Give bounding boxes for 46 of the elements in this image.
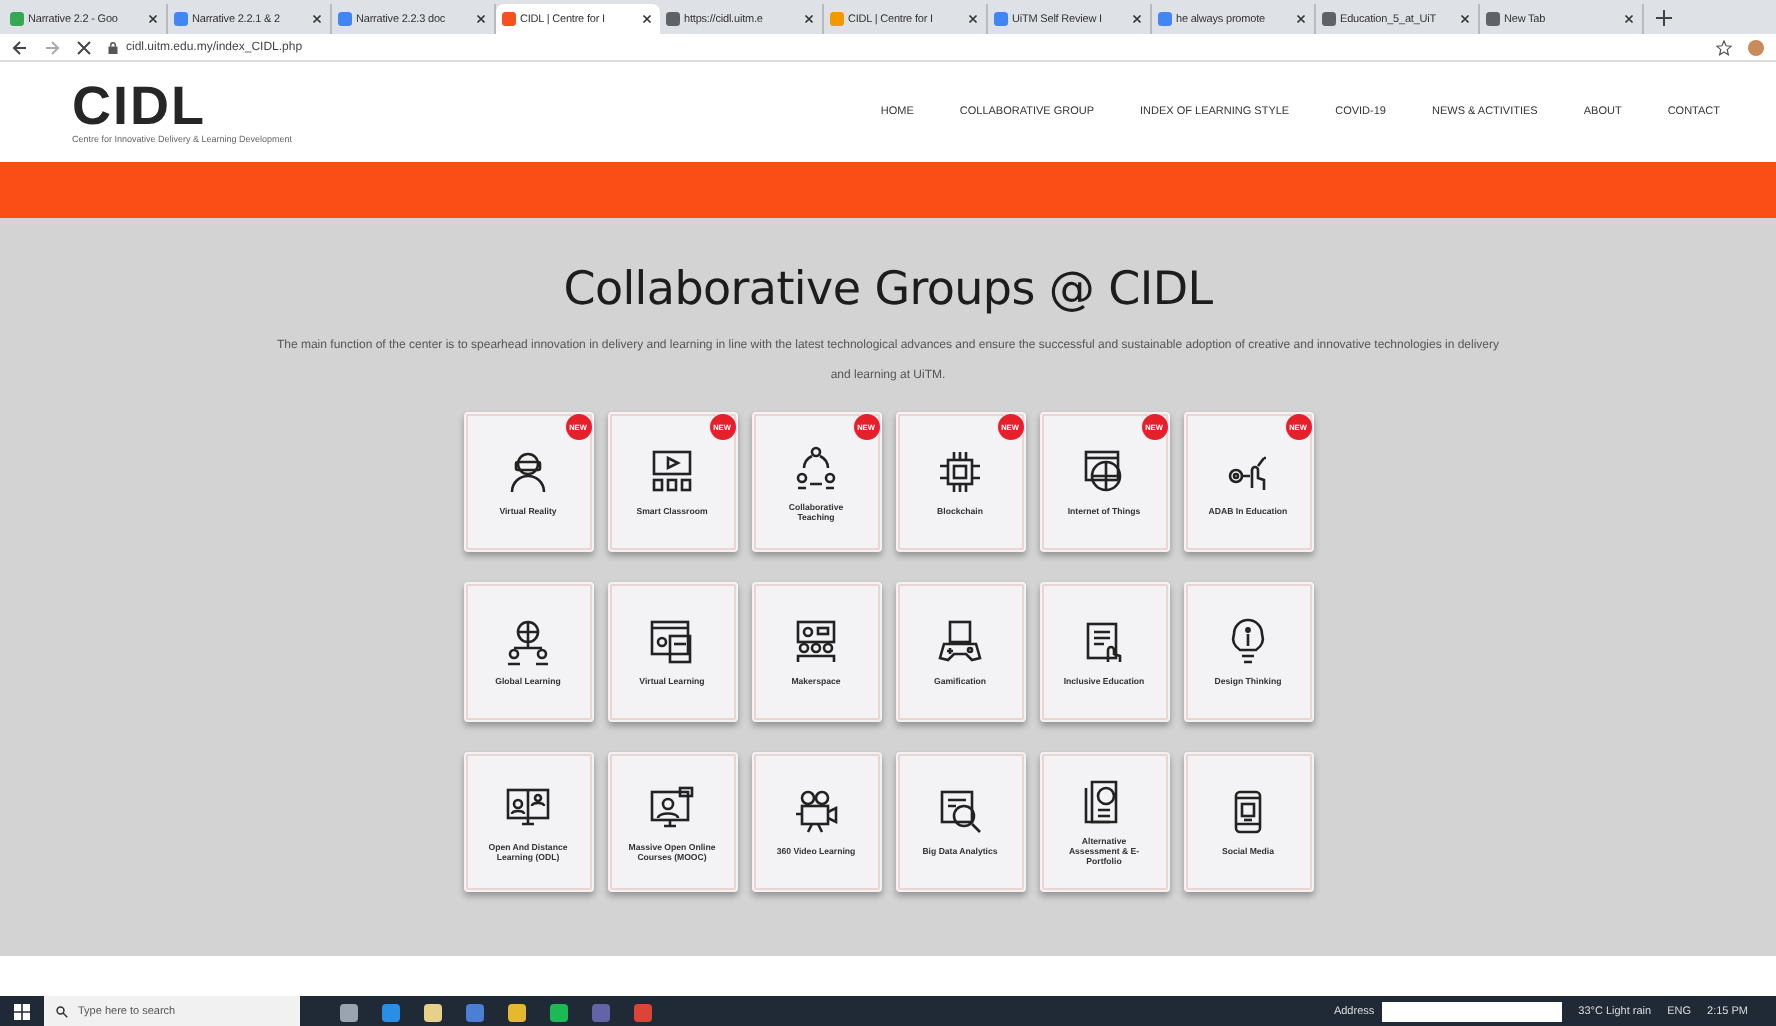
site-favicon-icon bbox=[994, 12, 1008, 26]
close-icon[interactable] bbox=[1622, 12, 1636, 26]
presentation-board-icon bbox=[792, 618, 840, 666]
address-field[interactable] bbox=[1382, 1002, 1563, 1022]
windows-logo-icon[interactable] bbox=[14, 1004, 30, 1020]
site-favicon-icon bbox=[666, 12, 680, 26]
game-controller-icon bbox=[936, 618, 984, 666]
chip-icon bbox=[936, 448, 984, 496]
back-icon[interactable] bbox=[12, 39, 28, 55]
video-camera-icon bbox=[792, 788, 840, 836]
site-favicon-icon bbox=[830, 12, 844, 26]
taskbar-app-icon[interactable] bbox=[382, 1003, 400, 1021]
close-icon[interactable] bbox=[966, 12, 980, 26]
site-favicon-icon bbox=[174, 12, 188, 26]
site-logo[interactable]: CIDL bbox=[72, 80, 293, 134]
site-favicon-icon bbox=[1322, 12, 1336, 26]
close-icon[interactable] bbox=[310, 12, 324, 26]
star-icon[interactable] bbox=[1716, 39, 1732, 55]
monitor-person-icon bbox=[648, 783, 696, 831]
taskbar-app-icon[interactable] bbox=[508, 1003, 526, 1021]
avatar-icon[interactable] bbox=[1748, 39, 1764, 55]
globe-people-icon bbox=[504, 618, 552, 666]
close-icon[interactable] bbox=[76, 39, 92, 55]
site-favicon-icon bbox=[1158, 12, 1172, 26]
site-favicon-icon bbox=[10, 12, 24, 26]
taskbar-app-icon[interactable] bbox=[340, 1003, 358, 1021]
site-favicon-icon bbox=[502, 12, 516, 26]
close-icon[interactable] bbox=[146, 12, 160, 26]
people-network-icon bbox=[792, 443, 840, 491]
close-icon[interactable] bbox=[802, 12, 816, 26]
video-classroom-icon bbox=[648, 448, 696, 496]
page-title: Collaborative Groups @ CIDL bbox=[563, 264, 1213, 316]
taskbar-app-icon[interactable] bbox=[424, 1003, 442, 1021]
close-icon[interactable] bbox=[1458, 12, 1472, 26]
magnifier-document-icon bbox=[936, 788, 984, 836]
new-tab-icon[interactable] bbox=[1656, 9, 1672, 25]
close-icon[interactable] bbox=[474, 12, 488, 26]
close-icon[interactable] bbox=[1130, 12, 1144, 26]
lock-icon bbox=[108, 41, 118, 53]
video-call-monitor-icon bbox=[504, 783, 552, 831]
close-icon[interactable] bbox=[640, 12, 654, 26]
site-favicon-icon bbox=[1486, 12, 1500, 26]
site-favicon-icon bbox=[338, 12, 352, 26]
taskbar-app-icon[interactable] bbox=[550, 1003, 568, 1021]
close-icon[interactable] bbox=[1294, 12, 1308, 26]
search-icon bbox=[56, 1006, 68, 1018]
